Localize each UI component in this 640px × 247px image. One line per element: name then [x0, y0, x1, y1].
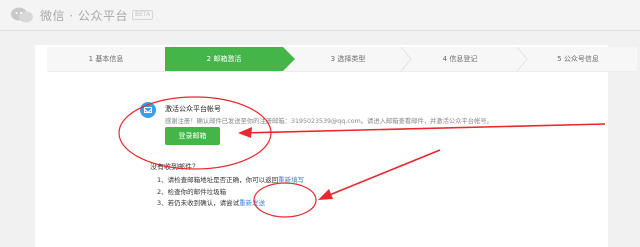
step-info-registration: 4 信息登记: [442, 55, 478, 63]
step-progress-bar: 1 基本信息 2 邮箱激活 3 选择类型 4 信息登记 5 公众号信息: [47, 47, 637, 72]
step-separator: [517, 47, 528, 71]
login-email-button[interactable]: 登录邮箱: [165, 127, 220, 145]
help-title: 没有收到邮件？: [150, 163, 199, 171]
top-bar: 微信 · 公众平台 BETA: [0, 0, 640, 30]
help-item-2: 2、检查你的邮件垃圾箱: [157, 186, 226, 196]
step-separator: [401, 47, 412, 71]
main-card: 1 基本信息 2 邮箱激活 3 选择类型 4 信息登记 5 公众号信息: [35, 45, 637, 247]
activation-title: 激活公众平台帐号: [165, 105, 221, 113]
resend-link[interactable]: 重新发送: [239, 199, 265, 207]
step-email-activation: 2 邮箱激活: [165, 47, 295, 71]
help-item-1-text: 1、请检查邮箱地址是否正确，你可以返回: [157, 176, 279, 184]
mail-icon: [140, 102, 156, 118]
header-divider: [0, 30, 640, 31]
help-item-2-text: 2、检查你的邮件垃圾箱: [157, 188, 227, 196]
step-select-type: 3 选择类型: [330, 55, 366, 63]
wechat-bubbles-icon: [10, 6, 34, 24]
help-item-3: 3、若仍未收到确认，请尝试重新发送: [157, 197, 265, 207]
activation-message: 感谢注册！确认邮件已发送至你的注册邮箱：3195023539@qq.com。请进…: [165, 118, 493, 125]
help-item-1: 1、请检查邮箱地址是否正确，你可以返回重新填写: [157, 174, 304, 184]
beta-badge: BETA: [131, 10, 154, 20]
step-basic-info: 1 基本信息: [88, 55, 124, 63]
logo-text: 微信 · 公众平台: [40, 8, 128, 23]
wechat-logo[interactable]: 微信 · 公众平台 BETA: [10, 5, 154, 25]
step-account-info: 5 公众号信息: [557, 55, 599, 63]
refill-link[interactable]: 重新填写: [278, 176, 304, 184]
help-item-3-text: 3、若仍未收到确认，请尝试: [157, 199, 240, 207]
